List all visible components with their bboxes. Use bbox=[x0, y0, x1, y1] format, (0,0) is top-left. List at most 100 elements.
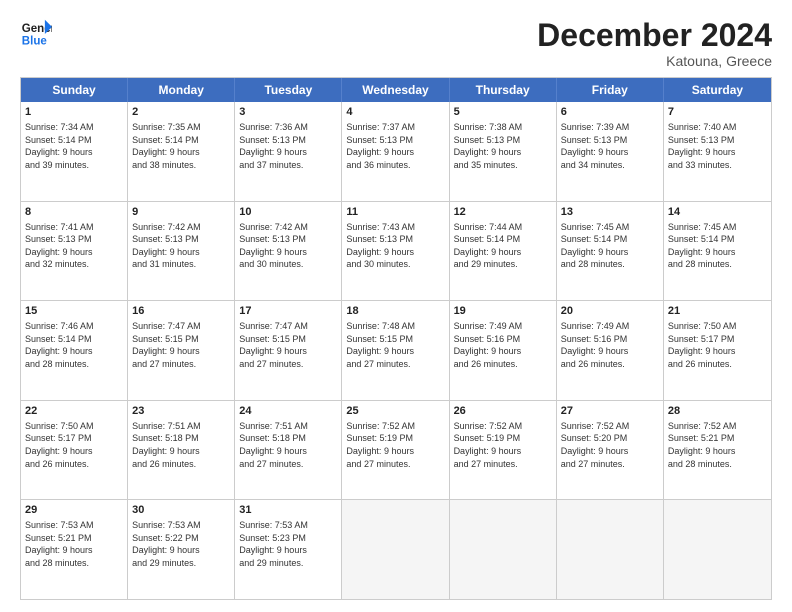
calendar-cell: 11Sunrise: 7:43 AM Sunset: 5:13 PM Dayli… bbox=[342, 202, 449, 301]
day-info: Sunrise: 7:34 AM Sunset: 5:14 PM Dayligh… bbox=[25, 121, 123, 171]
month-title: December 2024 bbox=[537, 18, 772, 53]
day-number: 5 bbox=[454, 105, 552, 120]
day-info: Sunrise: 7:49 AM Sunset: 5:16 PM Dayligh… bbox=[561, 320, 659, 370]
subtitle: Katouna, Greece bbox=[537, 53, 772, 69]
weekday-header: Wednesday bbox=[342, 78, 449, 102]
calendar-row: 22Sunrise: 7:50 AM Sunset: 5:17 PM Dayli… bbox=[21, 400, 771, 500]
svg-text:Blue: Blue bbox=[22, 36, 48, 48]
day-info: Sunrise: 7:53 AM Sunset: 5:23 PM Dayligh… bbox=[239, 519, 337, 569]
calendar-cell: 6Sunrise: 7:39 AM Sunset: 5:13 PM Daylig… bbox=[557, 102, 664, 201]
day-number: 24 bbox=[239, 404, 337, 419]
day-info: Sunrise: 7:45 AM Sunset: 5:14 PM Dayligh… bbox=[668, 221, 767, 271]
weekday-header: Monday bbox=[128, 78, 235, 102]
calendar-row: 1Sunrise: 7:34 AM Sunset: 5:14 PM Daylig… bbox=[21, 102, 771, 201]
day-number: 31 bbox=[239, 503, 337, 518]
weekday-header: Saturday bbox=[664, 78, 771, 102]
day-number: 7 bbox=[668, 105, 767, 120]
day-info: Sunrise: 7:52 AM Sunset: 5:20 PM Dayligh… bbox=[561, 420, 659, 470]
day-number: 27 bbox=[561, 404, 659, 419]
weekday-header: Tuesday bbox=[235, 78, 342, 102]
empty-cell bbox=[557, 500, 664, 599]
day-number: 14 bbox=[668, 205, 767, 220]
day-info: Sunrise: 7:52 AM Sunset: 5:21 PM Dayligh… bbox=[668, 420, 767, 470]
day-info: Sunrise: 7:52 AM Sunset: 5:19 PM Dayligh… bbox=[346, 420, 444, 470]
calendar-cell: 24Sunrise: 7:51 AM Sunset: 5:18 PM Dayli… bbox=[235, 401, 342, 500]
day-number: 13 bbox=[561, 205, 659, 220]
day-info: Sunrise: 7:47 AM Sunset: 5:15 PM Dayligh… bbox=[132, 320, 230, 370]
day-info: Sunrise: 7:49 AM Sunset: 5:16 PM Dayligh… bbox=[454, 320, 552, 370]
calendar-cell: 8Sunrise: 7:41 AM Sunset: 5:13 PM Daylig… bbox=[21, 202, 128, 301]
calendar-cell: 1Sunrise: 7:34 AM Sunset: 5:14 PM Daylig… bbox=[21, 102, 128, 201]
day-info: Sunrise: 7:40 AM Sunset: 5:13 PM Dayligh… bbox=[668, 121, 767, 171]
day-number: 29 bbox=[25, 503, 123, 518]
day-info: Sunrise: 7:51 AM Sunset: 5:18 PM Dayligh… bbox=[239, 420, 337, 470]
day-number: 19 bbox=[454, 304, 552, 319]
calendar-row: 29Sunrise: 7:53 AM Sunset: 5:21 PM Dayli… bbox=[21, 499, 771, 599]
calendar-cell: 2Sunrise: 7:35 AM Sunset: 5:14 PM Daylig… bbox=[128, 102, 235, 201]
calendar-cell: 17Sunrise: 7:47 AM Sunset: 5:15 PM Dayli… bbox=[235, 301, 342, 400]
day-info: Sunrise: 7:51 AM Sunset: 5:18 PM Dayligh… bbox=[132, 420, 230, 470]
weekday-header: Sunday bbox=[21, 78, 128, 102]
day-info: Sunrise: 7:48 AM Sunset: 5:15 PM Dayligh… bbox=[346, 320, 444, 370]
day-info: Sunrise: 7:45 AM Sunset: 5:14 PM Dayligh… bbox=[561, 221, 659, 271]
empty-cell bbox=[450, 500, 557, 599]
calendar-cell: 5Sunrise: 7:38 AM Sunset: 5:13 PM Daylig… bbox=[450, 102, 557, 201]
day-info: Sunrise: 7:41 AM Sunset: 5:13 PM Dayligh… bbox=[25, 221, 123, 271]
calendar-cell: 22Sunrise: 7:50 AM Sunset: 5:17 PM Dayli… bbox=[21, 401, 128, 500]
day-number: 15 bbox=[25, 304, 123, 319]
day-number: 20 bbox=[561, 304, 659, 319]
day-info: Sunrise: 7:36 AM Sunset: 5:13 PM Dayligh… bbox=[239, 121, 337, 171]
calendar: SundayMondayTuesdayWednesdayThursdayFrid… bbox=[20, 77, 772, 600]
day-number: 26 bbox=[454, 404, 552, 419]
day-number: 16 bbox=[132, 304, 230, 319]
day-number: 8 bbox=[25, 205, 123, 220]
day-number: 30 bbox=[132, 503, 230, 518]
day-number: 11 bbox=[346, 205, 444, 220]
day-number: 23 bbox=[132, 404, 230, 419]
calendar-cell: 30Sunrise: 7:53 AM Sunset: 5:22 PM Dayli… bbox=[128, 500, 235, 599]
day-info: Sunrise: 7:38 AM Sunset: 5:13 PM Dayligh… bbox=[454, 121, 552, 171]
calendar-cell: 15Sunrise: 7:46 AM Sunset: 5:14 PM Dayli… bbox=[21, 301, 128, 400]
calendar-body: 1Sunrise: 7:34 AM Sunset: 5:14 PM Daylig… bbox=[21, 102, 771, 599]
page: General Blue December 2024 Katouna, Gree… bbox=[0, 0, 792, 612]
day-number: 10 bbox=[239, 205, 337, 220]
calendar-cell: 26Sunrise: 7:52 AM Sunset: 5:19 PM Dayli… bbox=[450, 401, 557, 500]
day-info: Sunrise: 7:43 AM Sunset: 5:13 PM Dayligh… bbox=[346, 221, 444, 271]
calendar-cell: 12Sunrise: 7:44 AM Sunset: 5:14 PM Dayli… bbox=[450, 202, 557, 301]
calendar-cell: 27Sunrise: 7:52 AM Sunset: 5:20 PM Dayli… bbox=[557, 401, 664, 500]
day-info: Sunrise: 7:46 AM Sunset: 5:14 PM Dayligh… bbox=[25, 320, 123, 370]
calendar-cell: 14Sunrise: 7:45 AM Sunset: 5:14 PM Dayli… bbox=[664, 202, 771, 301]
calendar-cell: 29Sunrise: 7:53 AM Sunset: 5:21 PM Dayli… bbox=[21, 500, 128, 599]
day-info: Sunrise: 7:44 AM Sunset: 5:14 PM Dayligh… bbox=[454, 221, 552, 271]
empty-cell bbox=[342, 500, 449, 599]
weekday-header: Friday bbox=[557, 78, 664, 102]
day-info: Sunrise: 7:39 AM Sunset: 5:13 PM Dayligh… bbox=[561, 121, 659, 171]
day-number: 1 bbox=[25, 105, 123, 120]
day-info: Sunrise: 7:37 AM Sunset: 5:13 PM Dayligh… bbox=[346, 121, 444, 171]
calendar-cell: 21Sunrise: 7:50 AM Sunset: 5:17 PM Dayli… bbox=[664, 301, 771, 400]
day-info: Sunrise: 7:53 AM Sunset: 5:22 PM Dayligh… bbox=[132, 519, 230, 569]
calendar-cell: 23Sunrise: 7:51 AM Sunset: 5:18 PM Dayli… bbox=[128, 401, 235, 500]
title-block: December 2024 Katouna, Greece bbox=[537, 18, 772, 69]
calendar-cell: 20Sunrise: 7:49 AM Sunset: 5:16 PM Dayli… bbox=[557, 301, 664, 400]
day-info: Sunrise: 7:42 AM Sunset: 5:13 PM Dayligh… bbox=[132, 221, 230, 271]
empty-cell bbox=[664, 500, 771, 599]
day-info: Sunrise: 7:52 AM Sunset: 5:19 PM Dayligh… bbox=[454, 420, 552, 470]
day-number: 6 bbox=[561, 105, 659, 120]
calendar-row: 15Sunrise: 7:46 AM Sunset: 5:14 PM Dayli… bbox=[21, 300, 771, 400]
day-info: Sunrise: 7:50 AM Sunset: 5:17 PM Dayligh… bbox=[668, 320, 767, 370]
day-info: Sunrise: 7:47 AM Sunset: 5:15 PM Dayligh… bbox=[239, 320, 337, 370]
day-number: 12 bbox=[454, 205, 552, 220]
day-info: Sunrise: 7:35 AM Sunset: 5:14 PM Dayligh… bbox=[132, 121, 230, 171]
day-number: 22 bbox=[25, 404, 123, 419]
calendar-cell: 13Sunrise: 7:45 AM Sunset: 5:14 PM Dayli… bbox=[557, 202, 664, 301]
calendar-cell: 3Sunrise: 7:36 AM Sunset: 5:13 PM Daylig… bbox=[235, 102, 342, 201]
day-number: 9 bbox=[132, 205, 230, 220]
day-info: Sunrise: 7:50 AM Sunset: 5:17 PM Dayligh… bbox=[25, 420, 123, 470]
day-number: 28 bbox=[668, 404, 767, 419]
day-number: 2 bbox=[132, 105, 230, 120]
calendar-cell: 9Sunrise: 7:42 AM Sunset: 5:13 PM Daylig… bbox=[128, 202, 235, 301]
calendar-header: SundayMondayTuesdayWednesdayThursdayFrid… bbox=[21, 78, 771, 102]
calendar-cell: 25Sunrise: 7:52 AM Sunset: 5:19 PM Dayli… bbox=[342, 401, 449, 500]
logo-icon: General Blue bbox=[20, 18, 52, 50]
